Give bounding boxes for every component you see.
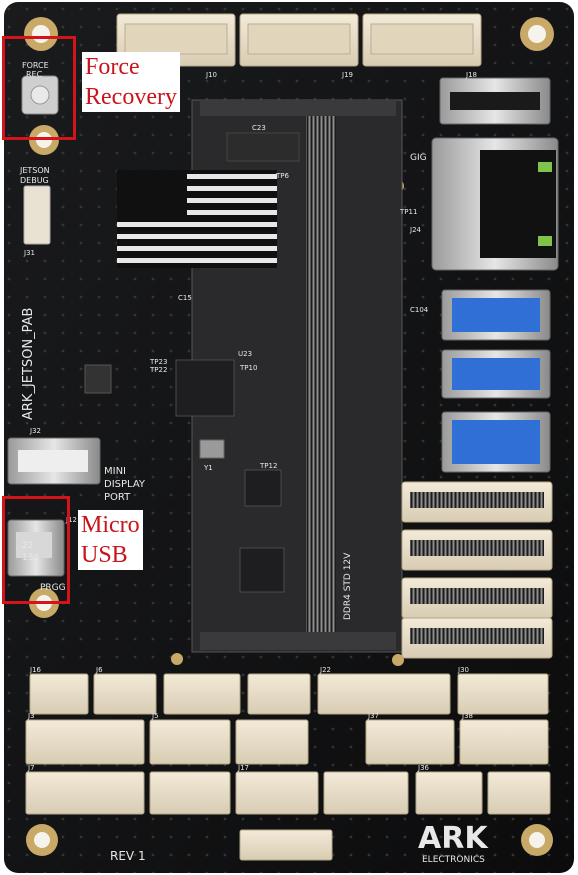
micro-usb-label: Micro USB — [78, 510, 143, 570]
silk-refdes: J16 — [29, 666, 42, 674]
silk-refdes: TP10 — [239, 364, 257, 372]
force-recovery-label-line1: Force — [85, 54, 140, 80]
silk-refdes: J17 — [237, 764, 249, 772]
pcb-board-photo: FORCE REC JETSON DEBUG ARK_JETSON_PAB MI… — [4, 2, 574, 873]
silk-port: PORT — [104, 492, 131, 503]
silk-refdes: C104 — [410, 306, 429, 314]
silk-refdes: TP6 — [275, 172, 289, 180]
silk-refdes: TP12 — [259, 462, 277, 470]
silk-refdes: J6 — [95, 666, 103, 674]
silk-refdes: J36 — [417, 764, 430, 772]
silk-refdes: J32 — [29, 427, 41, 435]
silk-refdes: J24 — [409, 226, 422, 234]
micro-usb-label-line1: Micro — [81, 512, 140, 538]
silk-refdes: J19 — [341, 71, 353, 79]
jetson-debug-connector — [23, 185, 51, 245]
silk-refdes: J5 — [151, 712, 159, 720]
silk-refdes: J3 — [27, 712, 35, 720]
micro-usb-highlight-box — [2, 496, 70, 604]
silk-refdes: C15 — [178, 294, 192, 302]
silk-logo: ARK — [418, 821, 489, 856]
silk-refdes: J7 — [27, 764, 35, 772]
silk-refdes: J38 — [461, 712, 473, 720]
silk-gig: GIG — [410, 153, 427, 163]
silk-refdes: TP11 — [399, 208, 417, 216]
silk-brand: ELECTRONICS — [422, 855, 485, 865]
silk-refdes: J18 — [465, 71, 477, 79]
mini-displayport — [7, 437, 101, 485]
silk-refdes: U23 — [238, 350, 252, 358]
silk-board-name: ARK_JETSON_PAB — [21, 308, 36, 420]
micro-usb-label-line2: USB — [81, 542, 128, 568]
silk-refdes: J30 — [457, 666, 469, 674]
silk-refdes: Y1 — [203, 464, 213, 472]
force-recovery-highlight-box — [2, 36, 76, 140]
usb-3-ports — [441, 289, 551, 473]
silk-refdes: C23 — [252, 124, 266, 132]
force-recovery-label: Force Recovery — [82, 52, 180, 112]
silk-refdes: J37 — [367, 712, 379, 720]
silk-refdes: J10 — [205, 71, 217, 79]
silk-refdes: J31 — [23, 249, 35, 257]
usb-a-port-top — [439, 77, 551, 125]
silk-slot: DDR4 STD 12V — [343, 552, 353, 620]
silk-display: DISPLAY — [104, 479, 146, 490]
force-recovery-label-line2: Recovery — [85, 84, 177, 110]
silk-debug: DEBUG — [20, 176, 49, 185]
flag-silkscreen — [117, 170, 277, 268]
csi-connectors — [401, 481, 553, 659]
silk-refdes: J22 — [319, 666, 331, 674]
silk-jetson: JETSON — [19, 166, 50, 175]
silk-revision: REV 1 — [110, 849, 146, 863]
ethernet-jack — [431, 137, 559, 271]
silk-refdes: TP22 — [149, 366, 167, 374]
silk-mini: MINI — [104, 466, 126, 477]
silk-refdes: TP23 — [149, 358, 167, 366]
